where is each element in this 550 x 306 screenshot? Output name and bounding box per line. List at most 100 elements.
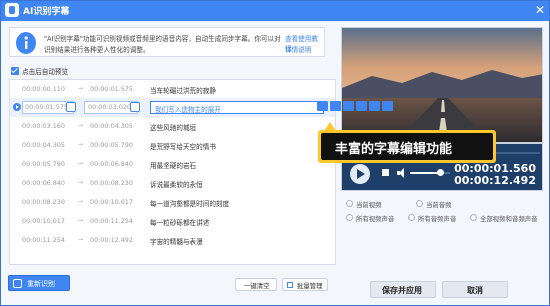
subtitle-row[interactable]: 00:00:11.254 → 00:00:12.492 宇宙的精髓与表漫 [10,231,335,250]
save-apply-button[interactable]: 保存并应用 [370,281,436,298]
end-time[interactable]: 00:00:12.492 [90,236,133,244]
split-row-icon[interactable] [330,101,341,111]
batch-manage-label: 批量管理 [297,282,323,290]
insert-row-icon[interactable] [317,101,328,111]
subtitle-row[interactable]: 00:00:05.790 → 00:00:06.840 用最坚硬的岩石 [10,155,335,174]
move-icon[interactable] [369,101,380,111]
subtitle-row-active[interactable]: 00:00:01.575 00:00:03.020 我们写入造物主的展开 [10,98,335,117]
road-landscape-image [342,28,542,142]
merge-down-icon[interactable] [356,101,367,111]
play-row-icon[interactable] [13,103,21,111]
end-time[interactable]: 00:00:08.230 [90,179,133,187]
start-time[interactable]: 00:00:06.840 [22,179,65,187]
details-link[interactable]: 详情说明 [285,44,311,54]
window-title: AI识别字幕 [23,7,70,17]
start-time[interactable]: 00:00:10.017 [22,217,65,225]
arrow-icon: → [78,179,84,186]
end-time[interactable]: 00:00:06.840 [90,160,133,168]
arrow-icon: → [78,217,84,224]
end-time[interactable]: 00:00:03.020 [88,103,131,111]
title-bar: AI识别字幕 ✕ [1,1,549,21]
close-icon[interactable]: ✕ [535,3,545,17]
subtitle-edit-toolbar [317,101,407,112]
reidentify-button[interactable]: 重新识别 [8,275,70,291]
end-time[interactable]: 00:00:04.305 [90,122,133,130]
feature-callout: 丰富的字幕编辑功能 [318,122,496,163]
subtitle-row[interactable]: 00:00:10.017 → 00:00:11.254 每一粒砂砾都在讲述 [10,212,335,231]
option-label: 所有视频声音 [356,215,395,223]
sync-end-icon[interactable] [130,102,140,112]
subtitle-text[interactable]: 这些风驰的城垣 [150,122,196,132]
delete-icon[interactable] [382,101,393,111]
sync-start-icon[interactable] [66,102,76,112]
start-time[interactable]: 00:00:01.575 [25,103,68,111]
start-time[interactable]: 00:00:11.254 [22,236,65,244]
end-time[interactable]: 00:00:01.575 [90,85,133,93]
radio-button[interactable] [470,214,477,221]
arrow-icon: → [78,141,84,148]
cancel-label: 取消 [467,286,483,295]
subtitle-row[interactable]: 00:00:00.110 → 00:00:01.575 当车轮碾过洪荒的寂静 [10,80,335,99]
cancel-button[interactable]: 取消 [442,281,508,298]
total-time: 00:00:12.492 [454,174,536,187]
radio-button[interactable] [416,200,423,207]
audio-source-options: 当前视频 当前音频 所有视频声音 所有音频声音 全部视频和音频声音 [341,197,543,227]
volume-slider[interactable] [410,169,450,176]
start-time[interactable]: 00:00:08.230 [22,198,65,206]
info-icon [16,32,36,54]
play-icon[interactable] [350,164,370,184]
subtitle-text[interactable]: 每一粒砂砾都在讲述 [150,217,209,227]
info-description-line1: "AI识别字幕"功能可识别视频或音频里的语音内容，自动生成同步字幕。你可以对 [44,35,281,43]
info-description-line2: 识别结果进行各种更人性化的调整。 [44,46,150,54]
subtitle-row[interactable]: 00:00:03.160 → 00:00:04.305 这些风驰的城垣 [10,117,335,136]
subtitle-row[interactable]: 00:00:06.840 → 00:00:08.230 诉说最柔软的永恒 [10,174,335,193]
arrow-icon: → [78,122,84,129]
end-time[interactable]: 00:00:11.254 [90,217,133,225]
subtitle-text[interactable]: 宇宙的精髓与表漫 [150,236,203,246]
radio-button[interactable] [408,214,415,221]
radio-button[interactable] [346,214,353,221]
volume-icon[interactable] [397,168,407,178]
callout-pointer [324,122,336,131]
clear-all-label: 一键清空 [244,282,270,290]
option-label: 全部视频和音频声音 [480,215,538,223]
arrow-icon: → [78,198,84,205]
batch-manage-button[interactable]: 批量管理 [282,278,328,291]
subtitle-text[interactable]: 诉说最柔软的永恒 [150,179,203,189]
autoplay-option[interactable]: 点击后自动预览 [11,66,68,76]
end-time[interactable]: 00:00:05.790 [90,141,133,149]
start-time[interactable]: 00:00:04.305 [22,141,65,149]
start-time[interactable]: 00:00:00.110 [22,85,65,93]
merge-up-icon[interactable] [343,101,354,111]
list-icon [287,282,293,288]
save-apply-label: 保存并应用 [382,286,422,295]
callout-body: 丰富的字幕编辑功能 [321,133,493,160]
video-preview [341,27,543,143]
autoplay-label: 点击后自动预览 [22,68,69,76]
stop-icon[interactable] [382,169,389,176]
volume-fill [410,172,440,174]
autoplay-checkbox[interactable] [11,67,19,75]
subtitle-text[interactable]: 当车轮碾过洪荒的寂静 [150,85,216,95]
radio-button[interactable] [346,200,353,207]
subtitle-text[interactable]: 每一道沟壑都是时间的刻度 [150,198,229,208]
subtitle-text[interactable]: 用最坚硬的岩石 [150,160,196,170]
arrow-icon: → [78,236,84,243]
arrow-icon: → [78,85,84,92]
volume-knob[interactable] [437,169,444,176]
app-logo-icon [5,3,19,17]
option-label: 所有音频声音 [418,215,457,223]
start-time[interactable]: 00:00:03.160 [22,122,65,130]
subtitle-list: 00:00:00.110 → 00:00:01.575 当车轮碾过洪荒的寂静 0… [9,79,336,265]
start-time[interactable]: 00:00:05.790 [22,160,65,168]
subtitle-row[interactable]: 00:00:04.305 → 00:00:05.790 是荒野写给天空的情书 [10,136,335,155]
subtitle-text-input[interactable]: 我们写入造物主的展开 [150,101,324,114]
subtitle-text[interactable]: 我们写入造物主的展开 [155,104,221,114]
refresh-icon [13,279,22,288]
clear-all-button[interactable]: 一键清空 [235,278,277,291]
end-time[interactable]: 00:00:10.017 [90,198,133,206]
callout-text: 丰富的字幕编辑功能 [335,142,453,157]
subtitle-text[interactable]: 是荒野写给天空的情书 [150,141,216,151]
subtitle-row[interactable]: 00:00:08.230 → 00:00:10.017 每一道沟壑都是时间的刻度 [10,193,335,212]
ai-subtitle-window: AI识别字幕 ✕ "AI识别字幕"功能可识别视频或音频里的语音内容，自动生成同步… [0,0,550,306]
